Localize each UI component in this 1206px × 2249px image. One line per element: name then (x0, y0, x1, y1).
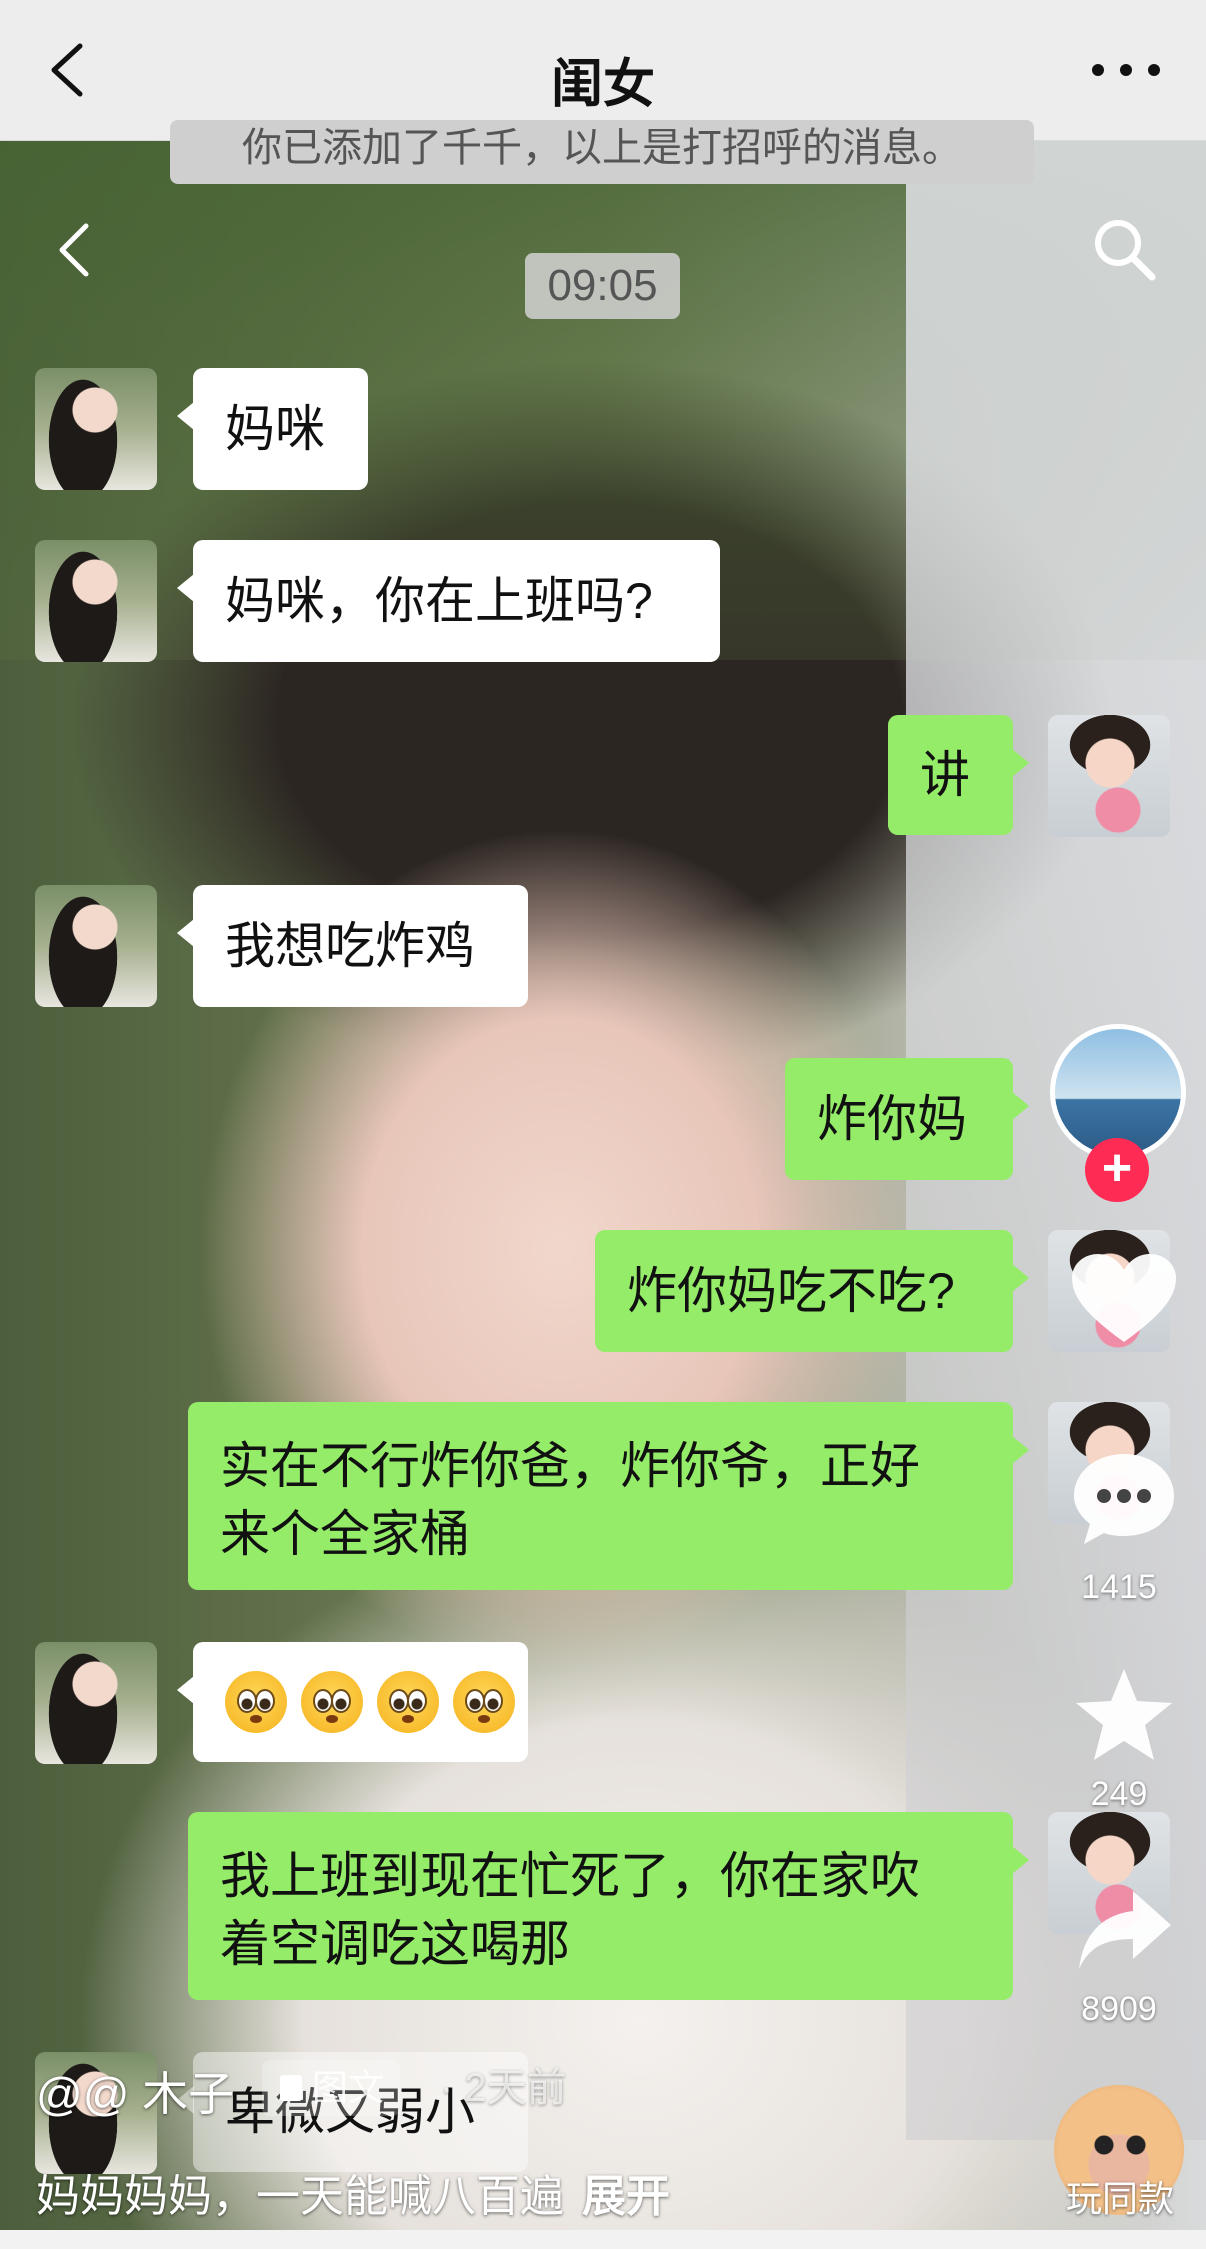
tiktok-back-icon[interactable] (50, 220, 100, 280)
system-message: 你已添加了千千，以上是打招呼的消息。 (170, 120, 1034, 184)
flushed-face-icon (453, 1671, 515, 1733)
flushed-face-icon (377, 1671, 439, 1733)
message-bubble-in[interactable]: 我想吃炸鸡 (177, 885, 528, 1007)
flushed-face-icon (301, 1671, 363, 1733)
message-text-line: 来个全家桶 (220, 1506, 470, 1562)
author-name[interactable]: @@ 木子 (36, 2058, 234, 2124)
daughter-avatar[interactable] (35, 885, 157, 1007)
message-text: 讲 (920, 747, 970, 803)
flushed-face-icon (225, 1671, 287, 1733)
expand-button[interactable]: 展开 (582, 2172, 670, 2221)
message-bubble-out[interactable]: 炸你妈吃不吃? (595, 1230, 1029, 1352)
shares-count: 8909 (1081, 1990, 1157, 2028)
message-text: 炸你妈 (817, 1091, 967, 1147)
like-heart-icon[interactable] (1068, 1250, 1180, 1350)
favorite-star-icon[interactable] (1072, 1665, 1176, 1765)
chat-title: 闺女 (550, 56, 655, 114)
daughter-avatar[interactable] (35, 540, 157, 662)
daughter-avatar[interactable] (35, 1642, 157, 1764)
chat-timestamp: 09:05 (525, 253, 680, 319)
message-bubble-out[interactable]: 讲 (888, 715, 1029, 835)
message-text-line: 着空调吃这喝那 (220, 1916, 570, 1972)
message-bubble-out[interactable]: 炸你妈 (785, 1058, 1029, 1180)
document-icon (280, 2075, 302, 2101)
comment-icon[interactable] (1068, 1448, 1180, 1548)
message-bubble-out[interactable]: 我上班到现在忙死了，你在家吹 着空调吃这喝那 (188, 1812, 1029, 2000)
comments-count: 1415 (1081, 1568, 1157, 1606)
message-text-line: 我上班到现在忙死了，你在家吹 (220, 1848, 920, 1904)
message-text: 炸你妈吃不吃? (627, 1263, 955, 1319)
search-icon[interactable] (1090, 215, 1160, 285)
bottom-bar (0, 2230, 1206, 2249)
share-icon[interactable] (1075, 1885, 1175, 1975)
use-template-label[interactable]: 玩同款 (1050, 2170, 1190, 2222)
more-icon[interactable] (1086, 55, 1166, 85)
post-type-label: 图文 (312, 2067, 385, 2108)
mom-avatar[interactable] (1048, 715, 1170, 837)
caption: 妈妈妈妈，一天能喊八百遍 展开 (36, 2160, 670, 2224)
post-time: · 2天前 (440, 2066, 567, 2110)
emoji-row (225, 1671, 528, 1733)
favorites-count: 249 (1090, 1775, 1148, 1813)
caption-text: 妈妈妈妈，一天能喊八百遍 (36, 2172, 564, 2221)
message-bubble-in[interactable]: 妈咪 (177, 368, 368, 490)
post-type-tag: 图文 (262, 2060, 401, 2116)
message-bubble-out[interactable]: 实在不行炸你爸，炸你爷，正好 来个全家桶 (188, 1402, 1029, 1590)
message-text-line: 实在不行炸你爸，炸你爷，正好 (220, 1438, 920, 1494)
follow-button[interactable]: + (1085, 1138, 1149, 1202)
message-text: 妈咪，你在上班吗? (225, 573, 653, 629)
message-bubble-in[interactable]: 妈咪，你在上班吗? (177, 540, 720, 662)
daughter-avatar[interactable] (35, 368, 157, 490)
message-text: 我想吃炸鸡 (225, 918, 475, 974)
message-bubble-in[interactable] (177, 1642, 528, 1762)
message-text: 妈咪 (225, 401, 325, 457)
